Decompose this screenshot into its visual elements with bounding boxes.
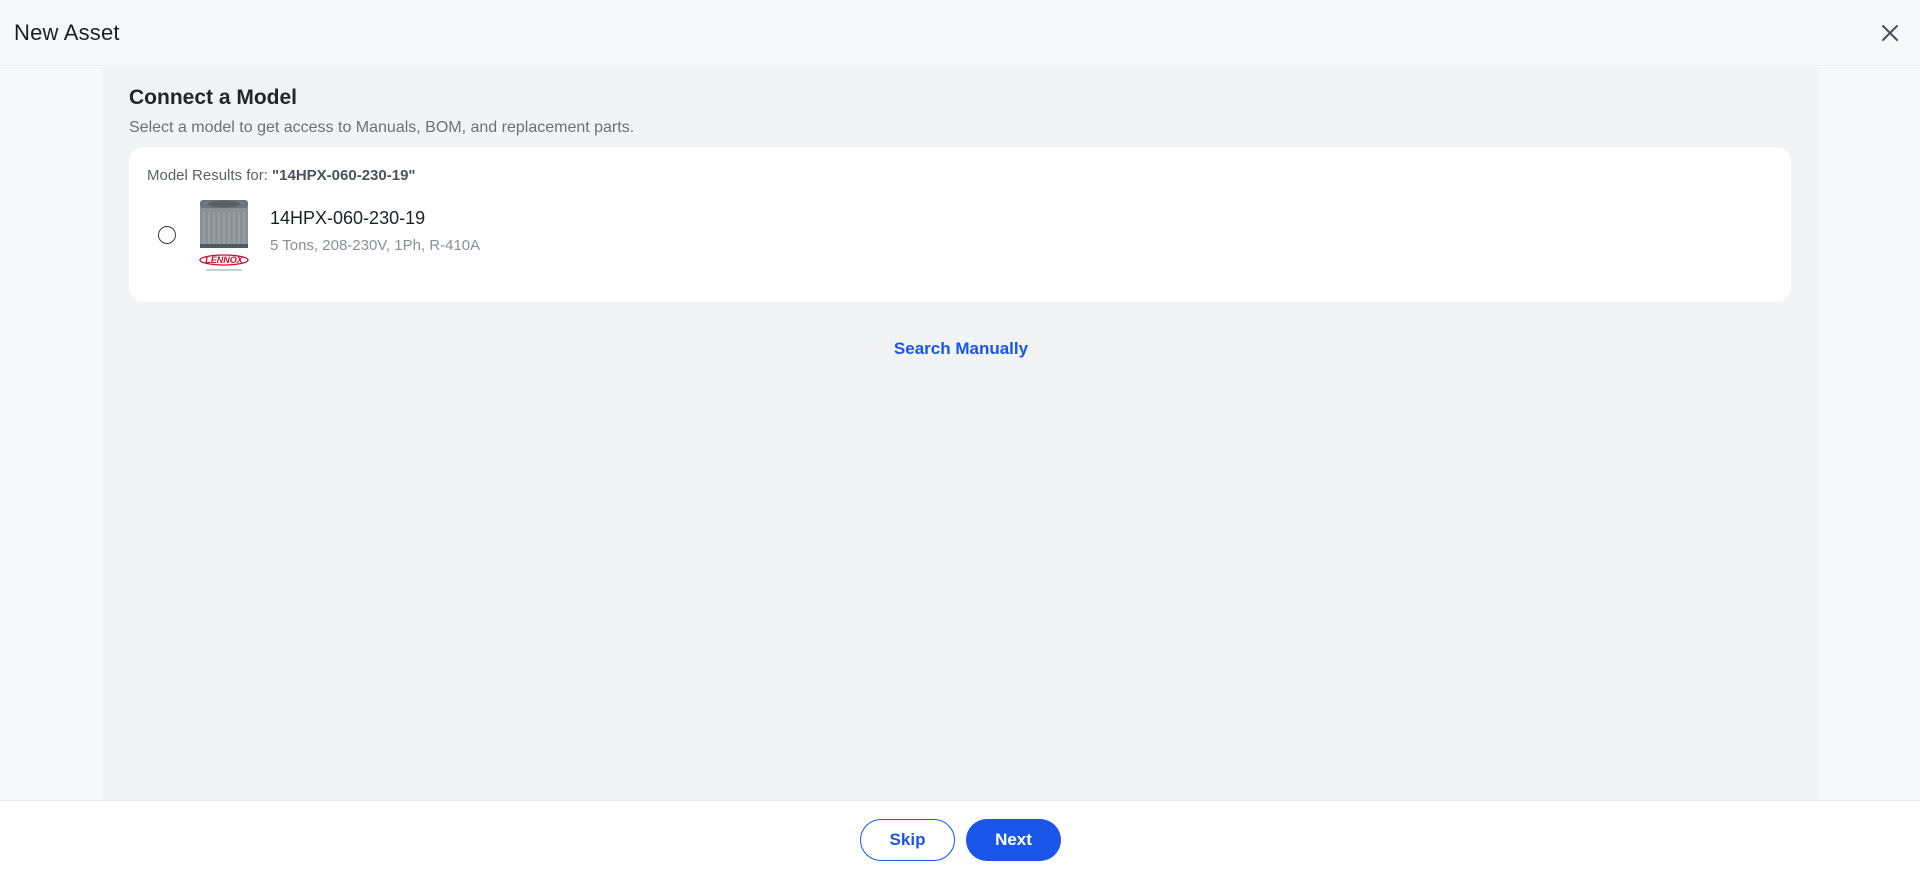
- modal-footer: Skip Next: [0, 800, 1920, 871]
- search-manually-container: Search Manually: [103, 339, 1819, 359]
- brand-logo-text: LENNOX: [205, 255, 244, 265]
- results-query: "14HPX-060-230-19": [272, 167, 416, 184]
- results-label-prefix: Model Results for:: [147, 167, 273, 184]
- model-specs: 5 Tons, 208-230V, 1Ph, R-410A: [270, 237, 481, 254]
- section-subtitle: Select a model to get access to Manuals,…: [129, 119, 635, 136]
- model-results-label: Model Results for: "14HPX-060-230-19": [147, 167, 416, 184]
- skip-button[interactable]: Skip: [860, 819, 955, 861]
- ac-unit-image: LENNOX: [199, 200, 249, 271]
- modal-title: New Asset: [14, 19, 120, 45]
- section-title: Connect a Model: [129, 86, 298, 109]
- close-icon: [1882, 24, 1898, 41]
- close-button[interactable]: [1870, 13, 1910, 53]
- modal-header: New Asset: [0, 0, 1920, 66]
- model-results-card: Model Results for: "14HPX-060-230-19" LE…: [129, 147, 1791, 302]
- model-radio[interactable]: [158, 226, 176, 244]
- model-name: 14HPX-060-230-19: [270, 208, 426, 228]
- model-text: 14HPX-060-230-19 5 Tons, 208-230V, 1Ph, …: [270, 208, 481, 254]
- next-button[interactable]: Next: [966, 819, 1061, 861]
- content-area: Connect a Model Select a model to get ac…: [103, 67, 1819, 800]
- model-thumbnail: LENNOX: [196, 196, 252, 274]
- model-option[interactable]: LENNOX 14HPX-060-230-19 5 Tons, 208-230V…: [147, 195, 1047, 275]
- search-manually-link[interactable]: Search Manually: [894, 339, 1028, 358]
